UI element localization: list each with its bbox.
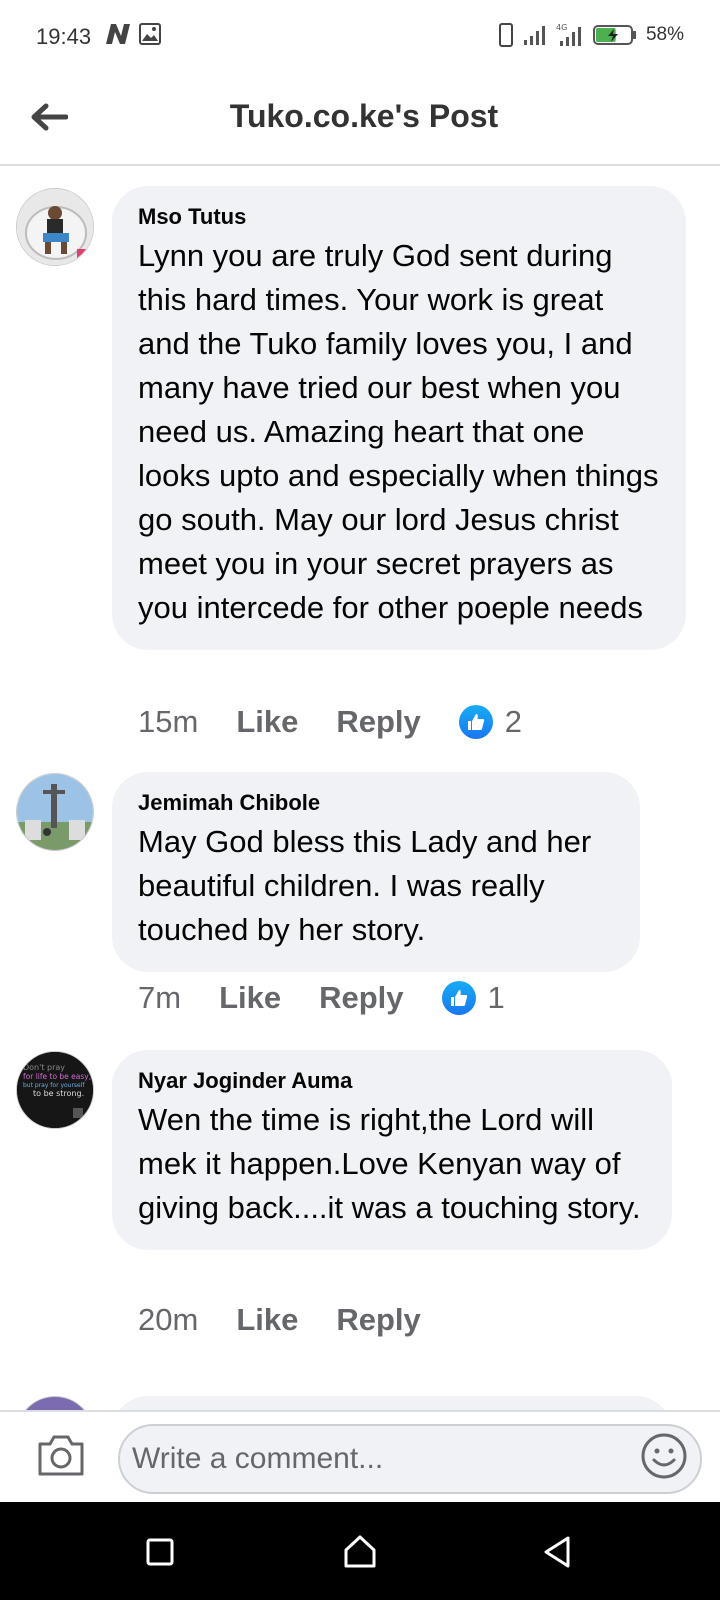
recents-button[interactable] [140, 1532, 180, 1572]
like-button[interactable]: Like [236, 704, 298, 740]
reaction-summary[interactable]: 2 [458, 704, 523, 740]
comment-time: 15m [138, 704, 199, 739]
avatar-quote-image: Don't pray for life to be easy, but pray… [17, 1052, 93, 1128]
comment-time: 7m [138, 980, 182, 1015]
status-notification-icons [104, 22, 162, 46]
thumbs-up-icon [458, 705, 493, 739]
post-header: Tuko.co.ke's Post [0, 72, 720, 166]
thumbs-up-icon [441, 981, 476, 1015]
triangle-back-icon [544, 1536, 570, 1568]
signal-icon: 4G [556, 23, 581, 46]
camera-icon [38, 1435, 84, 1476]
reply-button[interactable]: Reply [336, 1302, 420, 1338]
avatar-photo-icon [17, 189, 93, 265]
camera-button[interactable] [36, 1432, 86, 1478]
avatar[interactable]: Don't pray for life to be easy, but pray… [16, 1051, 94, 1129]
comment-actions: 7m Like Reply 1 [138, 980, 505, 1016]
avatar-quote-line: but pray for yourself [23, 1082, 85, 1089]
reply-button[interactable]: Reply [336, 704, 420, 740]
status-system-icons: 4G 58% [498, 22, 684, 48]
like-button[interactable]: Like [219, 980, 281, 1016]
emoji-button[interactable] [640, 1432, 688, 1480]
comment-bubble: Nyar Joginder Auma Wen the time is right… [112, 1050, 672, 1250]
comment-bubble: Mso Tutus Lynn you are truly God sent du… [112, 186, 686, 650]
comment-text: May God bless this Lady and her beautifu… [138, 824, 592, 947]
system-nav-bar [0, 1502, 720, 1600]
reply-button[interactable]: Reply [319, 980, 403, 1016]
comment-actions: 15m Like Reply 2 [138, 704, 522, 740]
avatar[interactable] [16, 773, 94, 851]
comment-author[interactable]: Mso Tutus [138, 204, 660, 230]
avatar-quote-line: to be strong. [33, 1089, 84, 1098]
page-title: Tuko.co.ke's Post [229, 98, 499, 134]
home-icon [344, 1535, 376, 1568]
avatar-quote-line: for life to be easy, [23, 1072, 91, 1081]
comment-author[interactable]: Nyar Joginder Auma [138, 1068, 646, 1094]
comment-bubble: Jemimah Chibole May God bless this Lady … [112, 772, 640, 972]
reaction-count: 2 [504, 704, 523, 739]
comment-input[interactable] [118, 1424, 702, 1494]
comment-text: Wen the time is right,the Lord will mek … [138, 1102, 641, 1225]
like-button[interactable]: Like [236, 1302, 298, 1338]
reaction-count: 1 [487, 980, 505, 1015]
comments-list[interactable]: Mso Tutus Lynn you are truly God sent du… [0, 166, 720, 1412]
svg-text:4G: 4G [556, 23, 567, 32]
avatar-photo-icon [17, 774, 93, 850]
image-icon [139, 23, 161, 45]
status-time: 19:43 [36, 24, 92, 49]
signal-icon [523, 26, 545, 45]
n-app-icon [106, 24, 130, 44]
battery-percent: 58% [645, 24, 684, 45]
smiley-icon [641, 1433, 687, 1479]
avatar-quote-line: Don't pray [23, 1063, 65, 1072]
comment-author[interactable]: Jemimah Chibole [138, 790, 614, 816]
back-nav-button[interactable] [538, 1532, 578, 1572]
avatar[interactable] [16, 188, 94, 266]
battery-icon [592, 25, 636, 45]
reaction-summary[interactable]: 1 [441, 980, 505, 1016]
home-button[interactable] [340, 1532, 380, 1572]
phone-icon [498, 23, 513, 47]
status-bar: 19:43 4G 58% [0, 0, 720, 72]
comment-text: Lynn you are truly God sent during this … [138, 238, 659, 625]
comment-time: 20m [138, 1302, 199, 1337]
square-icon [146, 1538, 174, 1566]
comment-composer [0, 1410, 720, 1502]
comment-actions: 20m Like Reply [138, 1302, 459, 1338]
